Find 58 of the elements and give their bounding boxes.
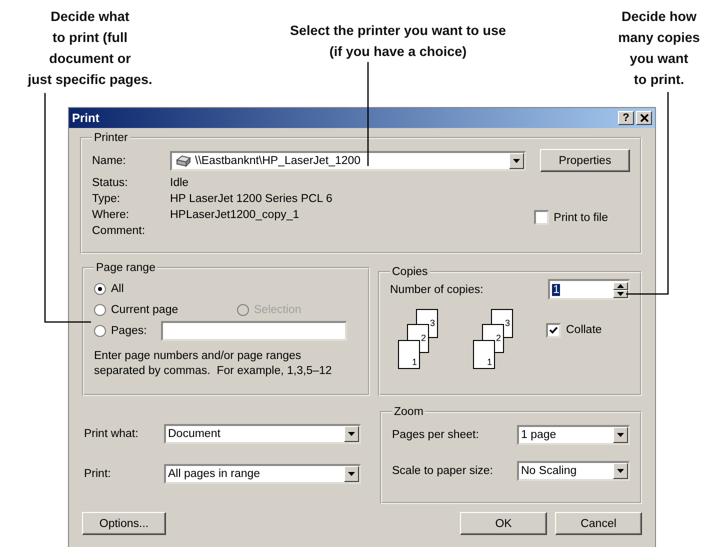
caret-icon [617,469,624,473]
print-dropdown[interactable]: All pages in range [164,464,361,484]
annotation-text: Select the printer you want to use (if you have a choice) [288,22,508,61]
options-button[interactable]: Options... [82,512,166,535]
field-label: Number of copies: [390,284,484,296]
field-label: Print: [84,468,112,480]
checkbox-label[interactable]: Print to file [554,212,608,224]
pages-per-sheet-dropdown[interactable]: 1 page [517,425,630,445]
dropdown-arrow-button[interactable] [613,463,628,479]
field-label: Status: [92,177,129,189]
check-icon [549,326,558,334]
scale-dropdown[interactable]: No Scaling [517,461,630,481]
field-label: Name: [92,154,127,166]
copies-spinner[interactable]: 1 [548,279,630,300]
caret-icon [617,433,624,437]
caret-icon [348,472,355,476]
annotation-text: Decide what to print (full document or just specific pages. [26,8,154,89]
checkbox-label[interactable]: Collate [566,324,602,336]
hint-text: Enter page numbers and/or page ranges separated by commas. For example, 1,3,5–12 [94,349,333,379]
field-label: Where: [92,209,130,221]
field-value: HPLaserJet1200_copy_1 [170,209,300,221]
printer-dropdown[interactable]: \\Eastbanknt\HP_LaserJet_1200 [170,150,526,170]
radio-option[interactable]: Current page [94,304,237,316]
window-title: Print [72,111,100,125]
caret-icon [348,432,355,436]
group-label: Copies [391,266,429,278]
annotation-text: Decide how many copies you want to print. [617,8,701,89]
close-icon [640,114,648,122]
ok-button[interactable]: OK [460,512,547,535]
checkbox[interactable] [546,322,561,338]
dropdown-arrow-button[interactable] [344,466,359,482]
spin-up-button[interactable] [613,282,628,290]
checkbox[interactable] [534,210,549,225]
field-value: Idle [170,177,189,189]
field-value: HP LaserJet 1200 Series PCL 6 [170,193,332,205]
field-label: Pages per sheet: [392,429,480,441]
caret-icon [513,158,520,162]
pages-input-field[interactable] [160,320,347,340]
radio-option[interactable]: All [94,282,124,294]
field-label: Scale to paper size: [392,465,494,477]
dropdown-arrow-button[interactable] [344,426,359,442]
cancel-button[interactable]: Cancel [555,512,642,535]
field-label: Comment: [92,225,146,237]
page-sheet: 1 [473,340,495,369]
radio-option[interactable]: Pages: [94,324,147,336]
group-label: Printer [93,132,129,144]
help-button[interactable]: ? [618,111,634,125]
group-label: Zoom [393,406,424,418]
close-button[interactable] [636,111,652,125]
group-label: Page range [95,262,156,274]
field-label: Print what: [84,428,140,440]
dropdown-arrow-button[interactable] [613,427,628,443]
print-what-dropdown[interactable]: Document [164,424,361,444]
field-label: Type: [92,193,122,205]
page-sheet: 1 [398,340,420,369]
printer-icon [174,154,192,168]
properties-button[interactable]: Properties [540,149,630,172]
dropdown-arrow-button[interactable] [509,152,524,168]
